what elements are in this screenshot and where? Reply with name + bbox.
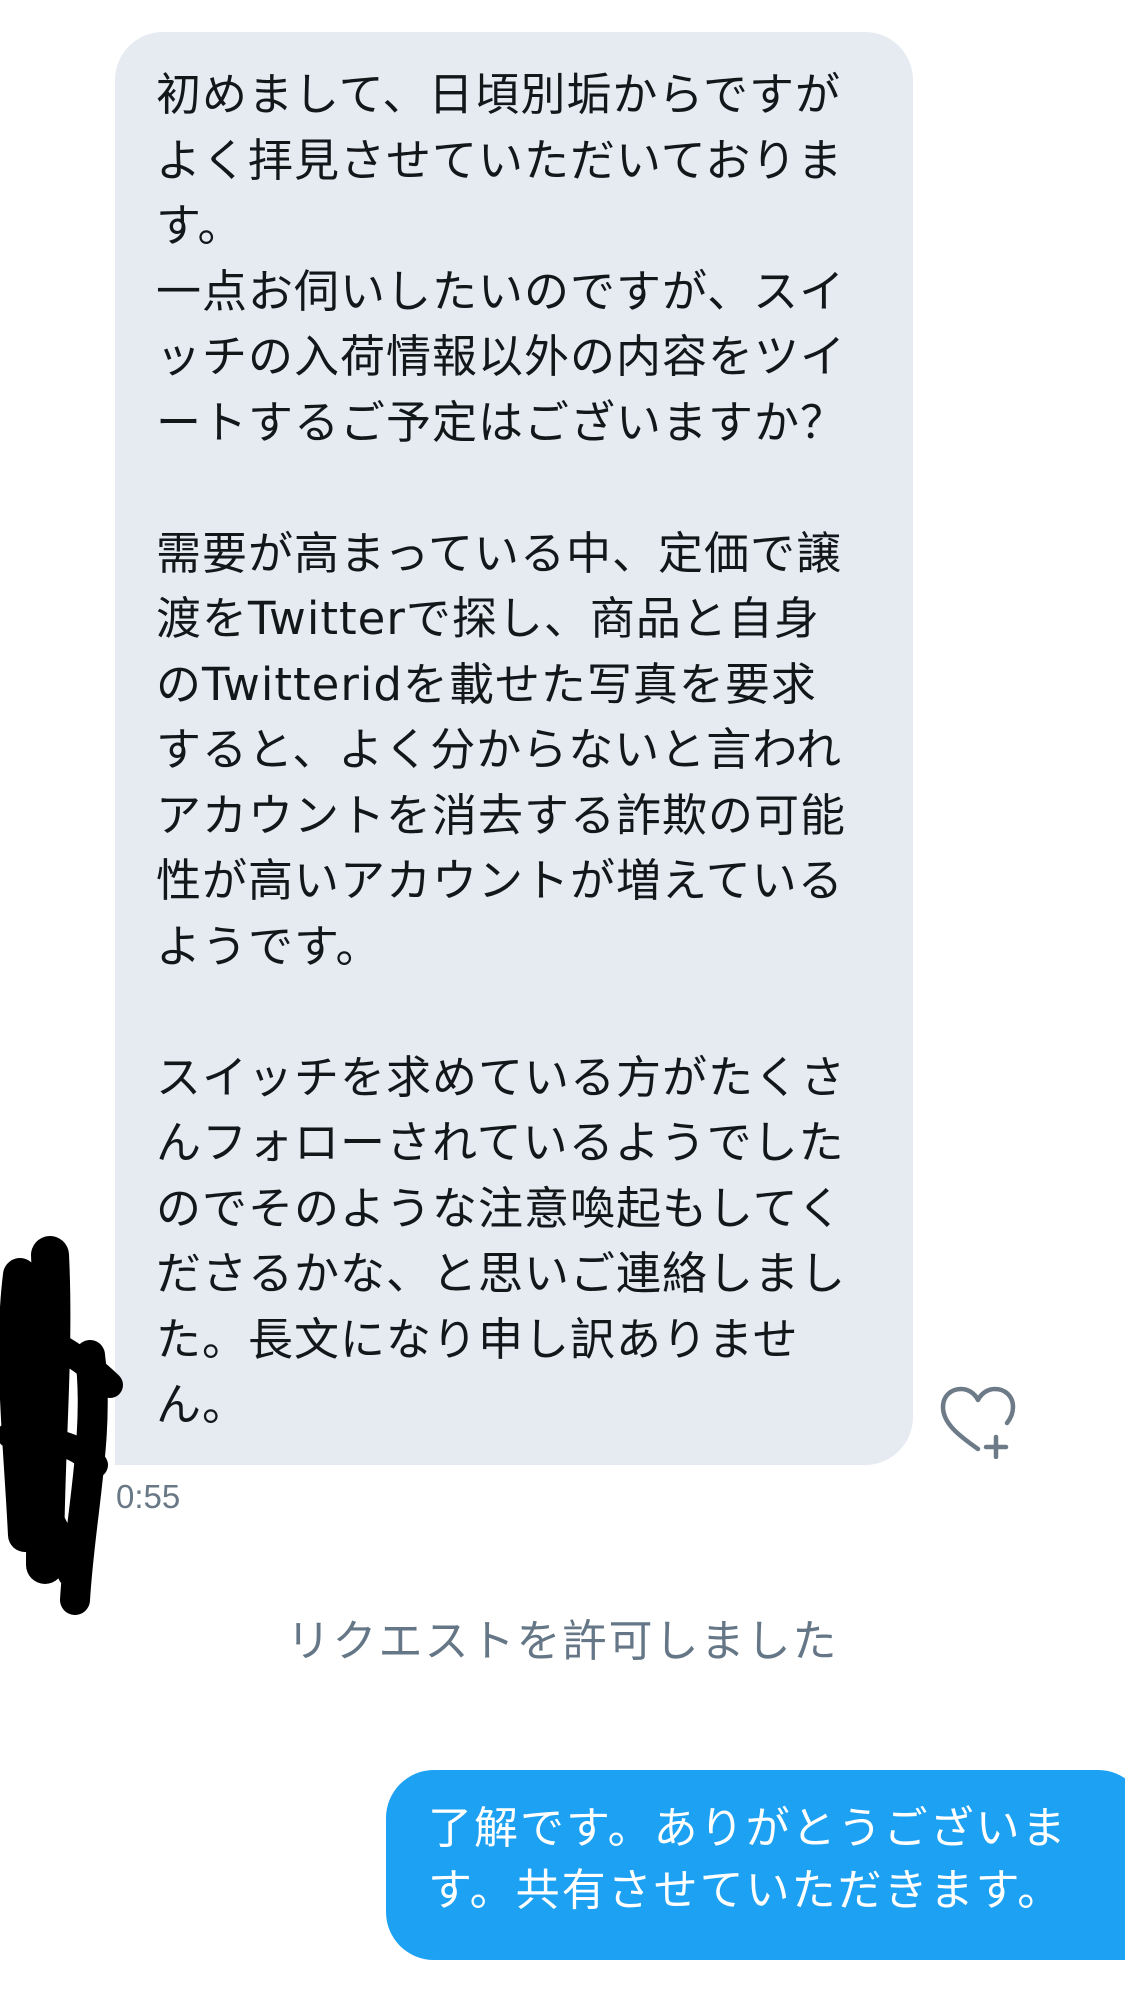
outgoing-message-bubble[interactable]: 了解です。ありがとうございま す。共有させていただきます。 (386, 1770, 1125, 1960)
request-accepted-notice: リクエストを許可しました (286, 1616, 839, 1667)
outgoing-message-text: 了解です。ありがとうございま す。共有させていただきます。 (428, 1803, 1068, 1916)
redaction-scribble (0, 1235, 130, 1615)
incoming-message-bubble[interactable]: 初めまして、日頃別垢からですが よく拝見させていただいておりま す。 一点お伺い… (115, 32, 913, 1465)
heart-plus-icon[interactable] (938, 1385, 1018, 1460)
incoming-message-text: 初めまして、日頃別垢からですが よく拝見させていただいておりま す。 一点お伺い… (156, 68, 847, 1431)
